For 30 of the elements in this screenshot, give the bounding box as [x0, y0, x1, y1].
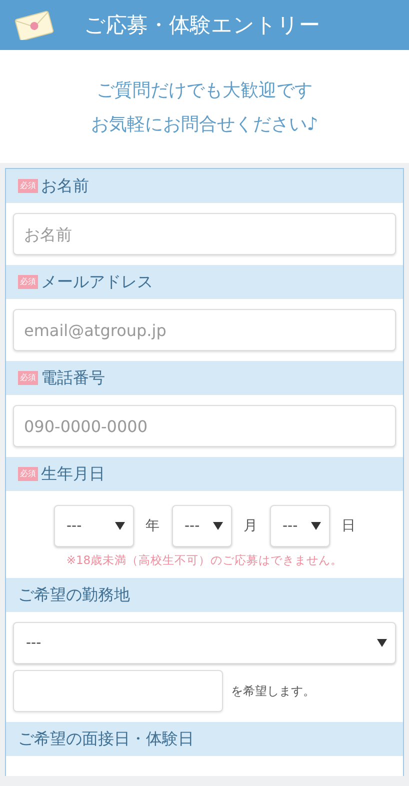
required-badge: 必須	[18, 371, 38, 385]
caret-icon	[377, 639, 387, 647]
field-label: 電話番号	[41, 368, 105, 388]
unit-label: 年	[146, 517, 160, 535]
dropdown[interactable]: ---	[54, 505, 134, 547]
dropdown[interactable]: ---	[270, 505, 330, 547]
input-field[interactable]: お名前	[13, 213, 396, 255]
required-badge: 必須	[18, 467, 38, 481]
intro-text: ご質問だけでも大歓迎です	[96, 78, 312, 102]
dropdown[interactable]: ---	[172, 505, 232, 547]
input-field[interactable]	[13, 670, 223, 712]
intro-text: お気軽にお問合せください♪	[90, 112, 318, 136]
caret-icon	[114, 522, 124, 530]
field-label: 生年月日	[41, 464, 105, 484]
field-label: お名前	[41, 176, 89, 196]
caret-icon	[212, 522, 222, 530]
unit-label: 月	[244, 517, 258, 535]
age-notice: ※18歳未満（高校生不可）のご応募はできません。	[65, 553, 344, 568]
input-field[interactable]: email@atgroup.jp	[13, 309, 396, 351]
dropdown[interactable]: ---	[13, 622, 396, 664]
page-title: ご応募・体験エントリー	[84, 12, 320, 39]
field-label: ご希望の面接日・体験日	[18, 728, 194, 750]
required-badge: 必須	[18, 179, 38, 193]
field-label: メールアドレス	[41, 272, 153, 292]
caret-icon	[310, 522, 320, 530]
field-label: ご希望の勤務地	[18, 584, 130, 606]
input-field[interactable]: 090-0000-0000	[13, 405, 396, 447]
suffix-text: を希望します。	[231, 682, 315, 700]
required-badge: 必須	[18, 275, 38, 289]
unit-label: 日	[342, 517, 356, 535]
